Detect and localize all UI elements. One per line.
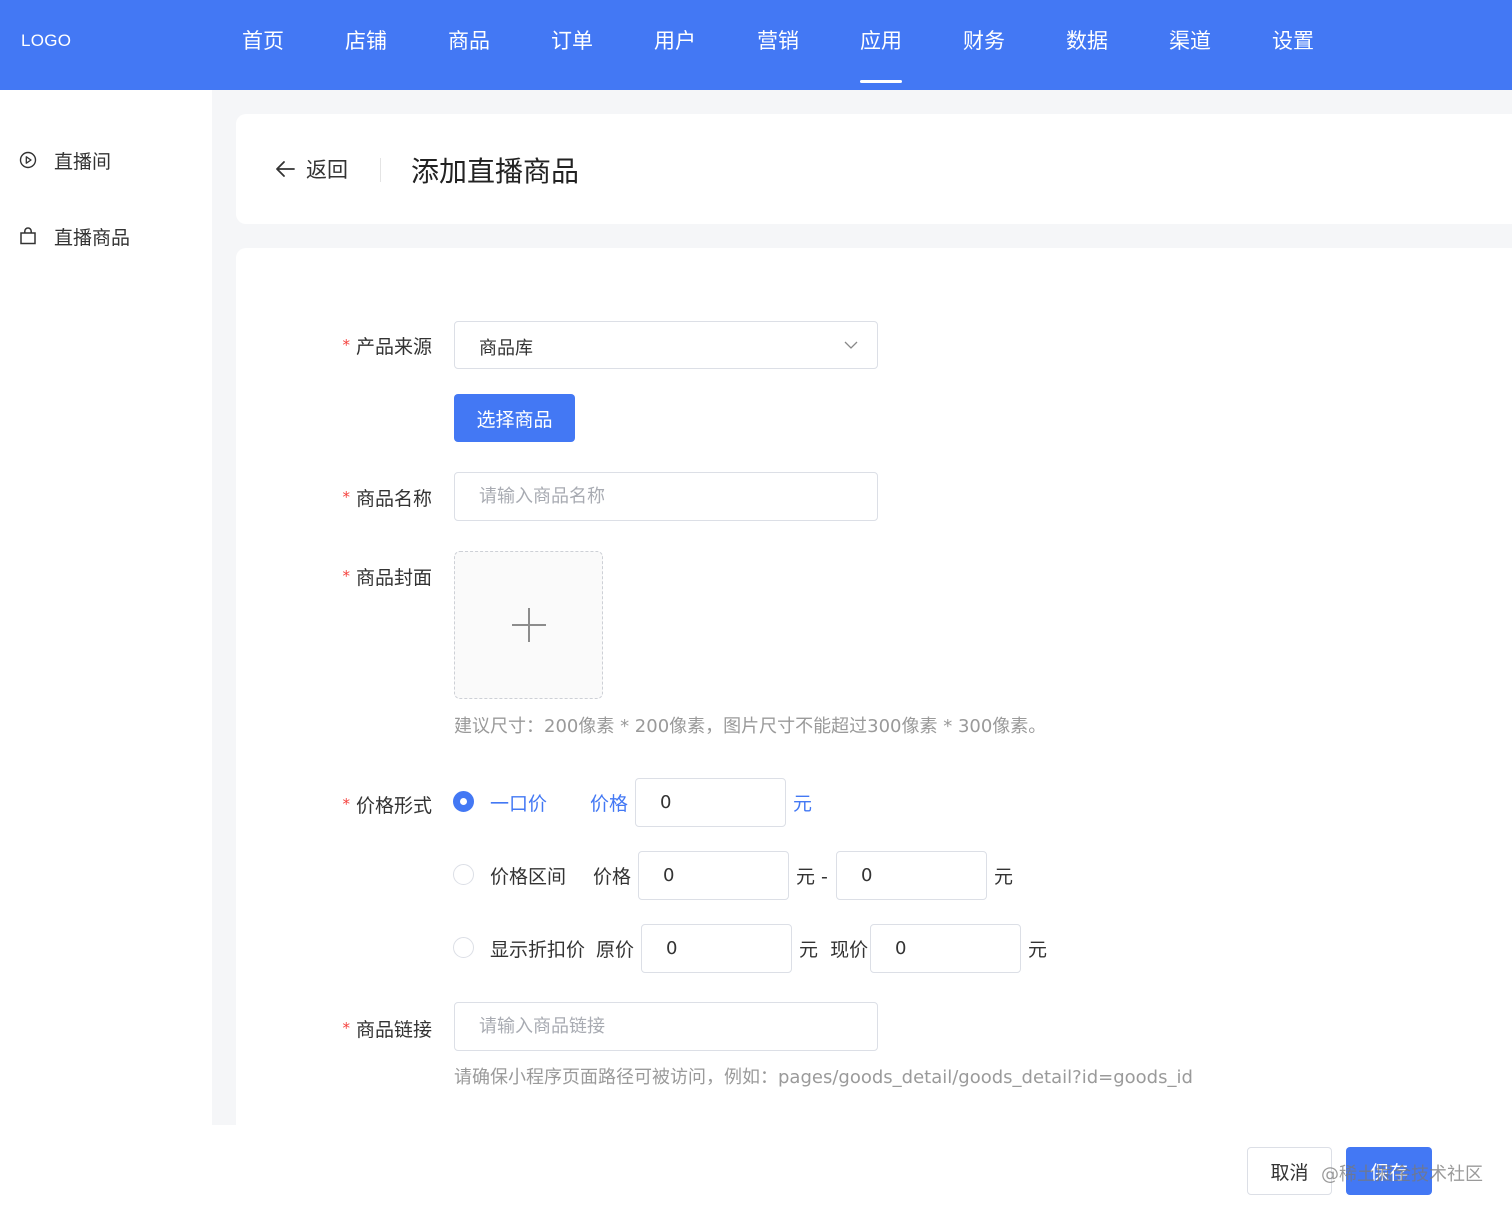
- price-fixed-unit: 元: [793, 793, 813, 815]
- name-label: * 商品名称: [342, 488, 432, 510]
- arrow-left-icon: [276, 161, 295, 177]
- price-fixed-radio[interactable]: [453, 791, 474, 812]
- back-button[interactable]: 返回: [274, 154, 348, 184]
- nav-item-users[interactable]: 用户: [654, 26, 696, 56]
- price-original-label: 原价: [596, 939, 635, 961]
- shopping-bag-icon: [18, 226, 38, 246]
- price-range-separator: 元 -: [796, 866, 828, 888]
- sidebar-item-label: 直播商品: [54, 226, 131, 249]
- price-current-label: 元 现价: [799, 939, 869, 961]
- sidebar-item-label: 直播间: [54, 150, 112, 173]
- nav-item-data[interactable]: 数据: [1066, 26, 1108, 56]
- chevron-down-icon: [844, 341, 858, 349]
- required-mark: *: [342, 488, 350, 506]
- nav-item-marketing[interactable]: 营销: [757, 26, 799, 56]
- required-mark: *: [342, 795, 350, 813]
- goods-name-input[interactable]: [454, 472, 878, 521]
- cover-label: * 商品封面: [342, 567, 432, 589]
- nav-item-channels[interactable]: 渠道: [1169, 26, 1211, 56]
- select-goods-button[interactable]: 选择商品: [454, 394, 575, 442]
- source-label: * 产品来源: [342, 336, 432, 358]
- required-mark: *: [342, 336, 350, 354]
- top-navbar: LOGO 首页 店铺 商品 订单 用户 营销 应用 财务 数据 渠道 设置: [0, 0, 1512, 90]
- form-card: [236, 248, 1512, 1125]
- nav-item-orders[interactable]: 订单: [551, 26, 593, 56]
- price-discount-option[interactable]: 显示折扣价: [490, 935, 585, 962]
- header-divider: [380, 158, 381, 182]
- logo[interactable]: LOGO: [21, 31, 71, 51]
- required-mark: *: [342, 1019, 350, 1037]
- page-header-card: 返回 添加直播商品: [236, 114, 1512, 224]
- price-discount-radio[interactable]: [453, 937, 474, 958]
- price-label: * 价格形式: [342, 795, 432, 817]
- watermark: @稀土掘金技术社区: [1321, 1164, 1483, 1185]
- goods-link-input[interactable]: [454, 1002, 878, 1051]
- back-label: 返回: [306, 158, 348, 182]
- sidebar: 直播间 直播商品: [0, 90, 212, 1125]
- page-title: 添加直播商品: [411, 155, 580, 188]
- nav-item-settings[interactable]: 设置: [1272, 26, 1314, 56]
- price-fixed-option[interactable]: 一口价: [490, 789, 547, 816]
- sidebar-item-live-goods[interactable]: 直播商品: [18, 221, 130, 251]
- nav-item-apps[interactable]: 应用: [860, 26, 902, 83]
- price-range-radio[interactable]: [453, 864, 474, 885]
- price-range-max-input[interactable]: [836, 851, 987, 900]
- source-select-value: 商品库: [479, 338, 533, 359]
- nav-item-home[interactable]: 首页: [242, 26, 284, 56]
- nav-item-finance[interactable]: 财务: [963, 26, 1005, 56]
- play-circle-icon: [18, 150, 38, 170]
- price-fixed-price-label: 价格: [590, 793, 629, 815]
- cancel-button[interactable]: 取消: [1247, 1147, 1332, 1195]
- price-range-option[interactable]: 价格区间: [490, 862, 566, 889]
- link-label: * 商品链接: [342, 1019, 432, 1041]
- cover-hint: 建议尺寸：200像素 * 200像素，图片尺寸不能超过300像素 * 300像素…: [454, 716, 1047, 737]
- price-range-min-input[interactable]: [638, 851, 789, 900]
- price-discount-unit: 元: [1028, 939, 1048, 961]
- price-range-price-label: 价格: [593, 866, 632, 888]
- nav-item-goods[interactable]: 商品: [448, 26, 490, 56]
- required-mark: *: [342, 567, 350, 585]
- price-current-input[interactable]: [870, 924, 1021, 973]
- sidebar-item-live-room[interactable]: 直播间: [18, 145, 111, 175]
- plus-icon: [511, 608, 546, 642]
- price-range-unit: 元: [994, 866, 1014, 888]
- cover-upload[interactable]: [454, 551, 603, 699]
- price-original-input[interactable]: [641, 924, 792, 973]
- link-hint: 请确保小程序页面路径可被访问，例如：pages/goods_detail/goo…: [454, 1067, 1193, 1088]
- price-fixed-input[interactable]: [635, 778, 786, 827]
- nav-item-store[interactable]: 店铺: [345, 26, 387, 56]
- source-select[interactable]: 商品库: [454, 321, 878, 369]
